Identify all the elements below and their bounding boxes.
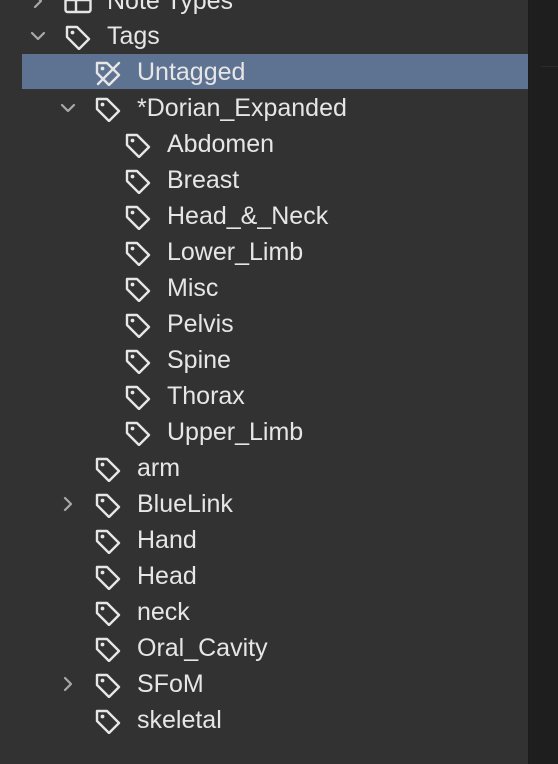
sidebar-item-tag[interactable]: BlueLink xyxy=(0,486,528,522)
tag-icon xyxy=(95,565,121,590)
sidebar-item-label: Hand xyxy=(137,526,197,554)
sidebar-item-label: Head xyxy=(137,562,197,590)
tag-icon xyxy=(125,349,151,374)
sidebar-item-tag[interactable]: Misc xyxy=(0,270,528,306)
sidebar-item-tags[interactable]: Tags xyxy=(0,18,528,54)
tag-icon xyxy=(95,601,121,626)
chevron-right-icon[interactable] xyxy=(59,675,77,693)
sidebar-item-label: skeletal xyxy=(137,706,222,734)
sidebar-item-label: Misc xyxy=(167,274,219,302)
chevron-right-icon[interactable] xyxy=(29,0,47,10)
sidebar-item-note-types[interactable]: Note Types xyxy=(0,0,528,19)
sidebar-item-tag[interactable]: Hand xyxy=(0,522,528,558)
sidebar-item-label: neck xyxy=(137,598,190,626)
sidebar-item-label: BlueLink xyxy=(137,490,233,518)
sidebar-item-label: SFoM xyxy=(137,670,204,698)
row-separator xyxy=(541,66,558,67)
sidebar-item-label: Oral_Cavity xyxy=(137,634,268,662)
tag-icon xyxy=(95,457,121,482)
chevron-right-icon[interactable] xyxy=(59,495,77,513)
tag-icon xyxy=(95,97,121,122)
sidebar-item-tag[interactable]: Breast xyxy=(0,162,528,198)
tag-icon xyxy=(125,205,151,230)
tag-icon xyxy=(125,385,151,410)
sidebar-item-tag[interactable]: skeletal xyxy=(0,702,528,738)
sidebar-item-label: Abdomen xyxy=(167,130,275,158)
sidebar-item-tag[interactable]: Head xyxy=(0,558,528,594)
sidebar-item-tag[interactable]: SFoM xyxy=(0,666,528,702)
tag-icon xyxy=(125,169,151,194)
tag-icon xyxy=(95,709,121,734)
tag-icon xyxy=(125,421,151,446)
sidebar-item-label: arm xyxy=(137,454,181,482)
sidebar-item-tag[interactable]: Abdomen xyxy=(0,126,528,162)
sidebar-item-tag[interactable]: Spine xyxy=(0,342,528,378)
chevron-down-icon[interactable] xyxy=(59,99,77,117)
tag-icon xyxy=(95,529,121,554)
sidebar-item-label: Thorax xyxy=(167,382,245,410)
untagged-icon xyxy=(95,61,121,86)
sidebar-item-label: Upper_Limb xyxy=(167,418,304,446)
note-types-icon xyxy=(64,0,92,14)
chevron-down-icon[interactable] xyxy=(29,27,47,45)
tag-icon xyxy=(95,673,121,698)
sidebar-item-tag[interactable]: Thorax xyxy=(0,378,528,414)
sidebar-item-label: Untagged xyxy=(137,58,246,86)
sidebar-item-tag[interactable]: Oral_Cavity xyxy=(0,630,528,666)
card-list-pane xyxy=(529,0,558,764)
sidebar-item-untagged[interactable]: Untagged xyxy=(0,54,528,90)
sidebar-item-dorian-expanded[interactable]: *Dorian_Expanded xyxy=(0,90,528,126)
tag-icon xyxy=(125,313,151,338)
sidebar-item-tag[interactable]: Pelvis xyxy=(0,306,528,342)
sidebar-item-label: Tags xyxy=(107,22,160,50)
sidebar-item-label: Note Types xyxy=(107,0,234,15)
sidebar-item-tag[interactable]: neck xyxy=(0,594,528,630)
sidebar-item-label: Pelvis xyxy=(167,310,234,338)
tag-icon xyxy=(95,493,121,518)
sidebar-item-tag[interactable]: Upper_Limb xyxy=(0,414,528,450)
sidebar-item-label: Lower_Limb xyxy=(167,238,304,266)
tag-icon xyxy=(65,25,91,50)
sidebar-item-tag[interactable]: arm xyxy=(0,450,528,486)
tag-icon xyxy=(125,241,151,266)
sidebar-item-tag[interactable]: Lower_Limb xyxy=(0,234,528,270)
sidebar-item-label: Spine xyxy=(167,346,231,374)
sidebar-item-label: Breast xyxy=(167,166,240,194)
tag-icon xyxy=(95,637,121,662)
browser-sidebar: Note Types Tags Untagged *Dorian_Expande xyxy=(0,0,528,764)
sidebar-item-label: Head_&_Neck xyxy=(167,202,329,230)
sidebar-item-label: *Dorian_Expanded xyxy=(137,94,347,122)
sidebar-item-tag[interactable]: Head_&_Neck xyxy=(0,198,528,234)
tag-icon xyxy=(125,133,151,158)
tag-icon xyxy=(125,277,151,302)
